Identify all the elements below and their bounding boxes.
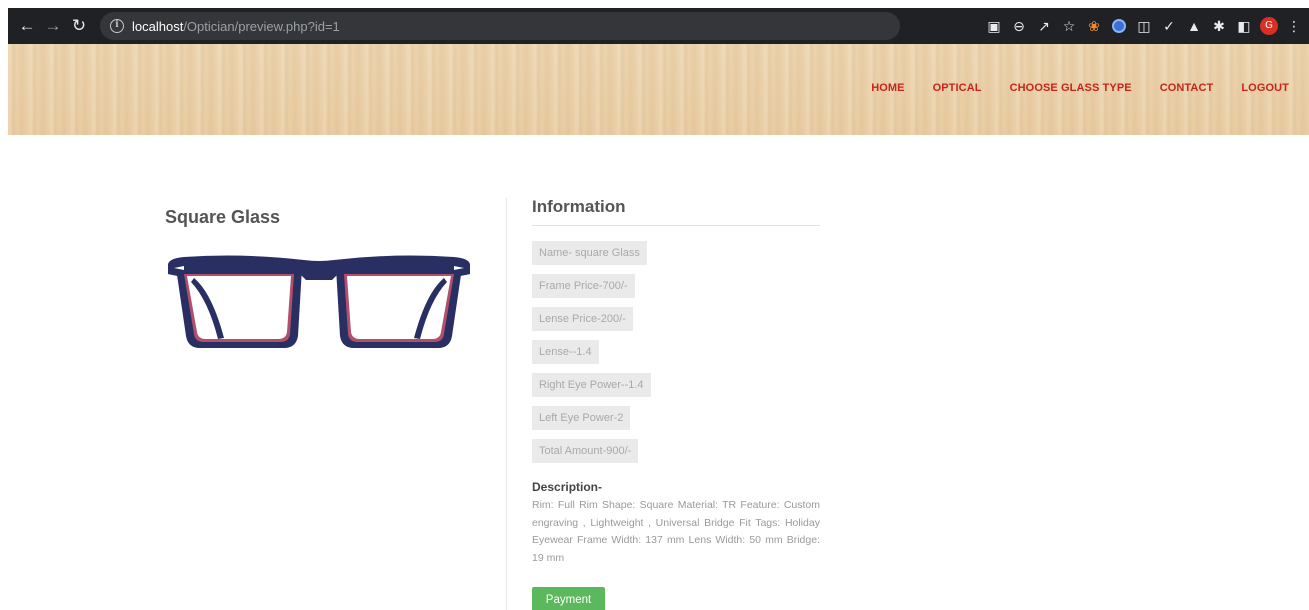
product-title: Square Glass — [165, 207, 281, 227]
nav-optical-link[interactable]: OPTICAL — [933, 82, 982, 94]
extension-page-icon[interactable]: ◫ — [1135, 17, 1153, 35]
nav-choose-glass-type-link[interactable]: CHOOSE GLASS TYPE — [1010, 82, 1132, 94]
extension-mountain-icon[interactable]: ▲ — [1185, 17, 1203, 35]
site-info-icon[interactable]: i — [110, 19, 124, 33]
address-bar[interactable]: i localhost/Optician/preview.php?id=1 — [100, 12, 900, 40]
browser-toolbar: ← → ↻ i localhost/Optician/preview.php?i… — [8, 8, 1309, 44]
payment-button[interactable]: Payment — [532, 587, 605, 610]
extensions-puzzle-icon[interactable]: ✱ — [1210, 17, 1228, 35]
extension-toolbar: ▣ ⊖ ↗ ☆ ❀ ◫ ✓ ▲ ✱ ◧ G ⋮ — [985, 8, 1303, 44]
info-lense: Lense--1.4 — [532, 340, 599, 364]
bookmark-star-icon[interactable]: ☆ — [1060, 17, 1078, 35]
nav-logout-link[interactable]: LOGOUT — [1241, 82, 1289, 94]
description-text: Rim: Full Rim Shape: Square Material: TR… — [532, 499, 820, 564]
site-header: HOME OPTICAL CHOOSE GLASS TYPE CONTACT L… — [8, 44, 1309, 135]
reload-icon[interactable]: ↻ — [66, 13, 92, 39]
information-divider — [532, 225, 820, 226]
info-lense-price: Lense Price-200/- — [532, 307, 633, 331]
extension-blue-icon[interactable] — [1110, 17, 1128, 35]
url-text[interactable]: localhost/Optician/preview.php?id=1 — [132, 19, 340, 34]
share-icon[interactable]: ↗ — [1035, 17, 1053, 35]
menu-kebab-icon[interactable]: ⋮ — [1285, 17, 1303, 35]
url-host: localhost — [132, 18, 184, 34]
zoom-out-icon[interactable]: ⊖ — [1010, 17, 1028, 35]
description-heading: Description- — [532, 480, 603, 494]
info-right-eye-power: Right Eye Power--1.4 — [532, 373, 651, 397]
profile-avatar[interactable]: G — [1260, 17, 1278, 35]
information-list: Name- square Glass Frame Price-700/- Len… — [532, 241, 651, 472]
url-path: /Optician/preview.php?id=1 — [183, 18, 340, 34]
forward-arrow-icon[interactable]: → — [40, 13, 66, 39]
info-name: Name- square Glass — [532, 241, 647, 265]
nav-contact-link[interactable]: CONTACT — [1160, 82, 1214, 94]
product-image — [168, 255, 470, 348]
info-total-amount: Total Amount-900/- — [532, 439, 639, 463]
information-heading: Information — [532, 197, 626, 216]
column-divider — [506, 198, 507, 610]
side-panel-icon[interactable]: ◧ — [1235, 17, 1253, 35]
extension-check-icon[interactable]: ✓ — [1160, 17, 1178, 35]
main-nav: HOME OPTICAL CHOOSE GLASS TYPE CONTACT L… — [871, 82, 1289, 94]
extension-orange-icon[interactable]: ❀ — [1085, 17, 1103, 35]
back-arrow-icon[interactable]: ← — [14, 13, 40, 39]
info-left-eye-power: Left Eye Power-2 — [532, 406, 631, 430]
nav-home-link[interactable]: HOME — [871, 82, 904, 94]
info-frame-price: Frame Price-700/- — [532, 274, 635, 298]
translate-icon[interactable]: ▣ — [985, 17, 1003, 35]
